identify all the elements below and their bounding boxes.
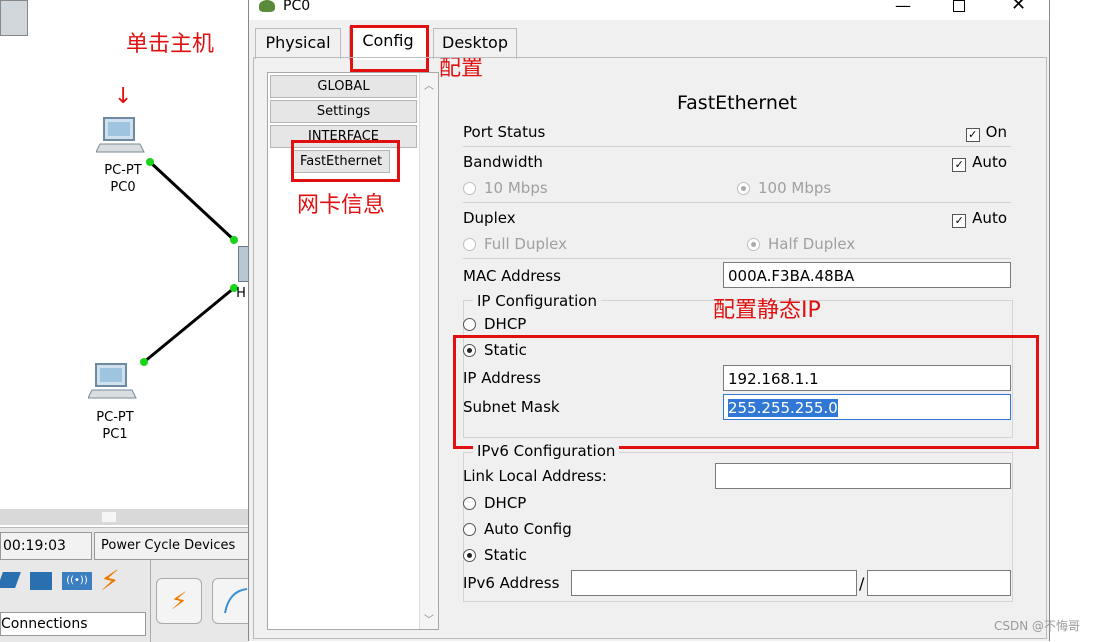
duplex-half-radio[interactable]: Half Duplex <box>747 234 855 254</box>
ipv6-dhcp-radio[interactable]: DHCP <box>463 493 1011 513</box>
checkmark-icon: ✓ <box>952 158 967 172</box>
pc0-device[interactable] <box>95 116 152 160</box>
bandwidth-10-radio[interactable]: 10 Mbps <box>463 179 548 197</box>
ipv6-static-label: Static <box>484 546 527 564</box>
radio-icon <box>737 182 750 195</box>
ipv6-static-radio[interactable]: Static <box>463 545 1011 565</box>
radio-icon <box>463 549 476 562</box>
divider <box>463 202 1011 203</box>
highlight-fastethernet <box>291 140 400 182</box>
topology-links <box>140 158 238 366</box>
annotation-nic-info: 网卡信息 <box>297 193 386 218</box>
nav-scrollbar[interactable]: ︿ ﹀ <box>419 73 438 629</box>
bandwidth-10-label: 10 Mbps <box>484 179 548 197</box>
ip-config-legend: IP Configuration <box>473 292 601 310</box>
connections-label: Connections <box>0 612 146 636</box>
radio-icon <box>463 318 476 331</box>
scroll-down-icon[interactable]: ﹀ <box>424 611 434 626</box>
toolbar-divider <box>150 560 151 642</box>
tab-physical[interactable]: Physical <box>255 28 341 59</box>
duplex-label: Duplex <box>463 209 516 227</box>
duplex-full-label: Full Duplex <box>484 235 568 253</box>
minimize-icon[interactable]: — <box>895 0 911 15</box>
nav-item-global[interactable]: GLOBAL <box>270 75 417 98</box>
duplex-options: Full Duplex Half Duplex <box>463 234 1011 254</box>
hub-label-partial: H <box>236 286 246 301</box>
panel-title: FastEthernet <box>676 92 798 114</box>
divider <box>463 146 1011 147</box>
ipv6-address-field[interactable] <box>571 570 857 596</box>
topology-workspace[interactable]: 单击主机 ↓ PC-PT PC0 H PC-PT PC1 00:19:03 Po… <box>0 0 256 642</box>
ipv6-dhcp-label: DHCP <box>484 494 527 512</box>
divider <box>463 258 1011 259</box>
connection-console-icon[interactable] <box>212 578 250 624</box>
port-status-on-label: On <box>985 123 1007 141</box>
bandwidth-auto-label: Auto <box>972 153 1007 171</box>
watermark: CSDN @不悔哥 <box>994 619 1081 633</box>
checkmark-icon: ✓ <box>965 128 980 142</box>
checkmark-icon: ✓ <box>952 214 967 228</box>
device-window: PC0 — ✕ Physical Config Desktop 配置 GLOBA… <box>248 0 1050 641</box>
link-pc0-hub <box>148 160 236 242</box>
link-pc1-hub <box>143 286 235 364</box>
ipv6-config-legend: IPv6 Configuration <box>473 442 620 460</box>
hscroll-thumb[interactable] <box>102 512 116 522</box>
bandwidth-options: 10 Mbps 100 Mbps <box>463 178 1011 198</box>
port-status-checkbox[interactable]: ✓ On <box>965 122 1007 142</box>
annotation-static-ip: 配置静态IP <box>713 298 821 323</box>
duplex-auto-label: Auto <box>972 209 1007 227</box>
pc0-name-label: PC0 <box>110 180 136 195</box>
pc1-device[interactable] <box>87 362 144 406</box>
nav-item-settings[interactable]: Settings <box>270 100 417 123</box>
close-icon[interactable]: ✕ <box>1011 0 1026 15</box>
link-local-field[interactable] <box>715 463 1011 489</box>
mac-label: MAC Address <box>463 267 561 285</box>
pc1-name-label: PC1 <box>102 427 128 442</box>
port-status-row: Port Status ✓ On <box>463 122 1011 142</box>
maximize-icon[interactable] <box>953 0 965 12</box>
scroll-up-icon[interactable]: ︿ <box>424 77 434 92</box>
window-titlebar: PC0 — ✕ <box>249 0 1049 20</box>
bandwidth-auto-checkbox[interactable]: ✓ Auto <box>952 152 1007 172</box>
connection-auto-icon[interactable]: ⚡ <box>156 578 202 624</box>
switch-icon[interactable] <box>30 572 52 590</box>
duplex-half-label: Half Duplex <box>768 235 856 253</box>
port-status-label: Port Status <box>463 123 546 141</box>
radio-icon <box>747 238 760 251</box>
duplex-full-radio[interactable]: Full Duplex <box>463 235 567 253</box>
link-light-hub-a <box>230 236 238 244</box>
duplex-auto-checkbox[interactable]: ✓ Auto <box>952 208 1007 228</box>
pc0-type-label: PC-PT <box>104 163 142 178</box>
window-title: PC0 <box>283 0 311 14</box>
pc-icon <box>87 363 137 399</box>
lightning-icon[interactable]: ⚡ <box>100 564 120 597</box>
power-cycle-button[interactable]: Power Cycle Devices <box>94 532 256 560</box>
radio-icon <box>463 182 476 195</box>
pc-icon <box>95 117 145 153</box>
highlight-static-ip <box>453 335 1039 449</box>
bandwidth-row: Bandwidth ✓ Auto <box>463 152 1011 172</box>
radio-icon <box>463 238 476 251</box>
ipv6-address-label: IPv6 Address <box>463 574 560 592</box>
mac-address-field[interactable]: 000A.F3BA.48BA <box>723 262 1011 288</box>
ipv6-auto-label: Auto Config <box>484 520 572 538</box>
ipv6-prefix-field[interactable] <box>867 570 1011 596</box>
bandwidth-100-label: 100 Mbps <box>758 179 832 197</box>
bandwidth-100-radio[interactable]: 100 Mbps <box>737 178 831 198</box>
ip-dhcp-label: DHCP <box>484 315 527 333</box>
workspace-hscrollbar[interactable] <box>0 509 248 525</box>
prefix-separator: / <box>859 574 865 593</box>
duplex-row: Duplex ✓ Auto <box>463 208 1011 228</box>
radio-icon <box>463 523 476 536</box>
radio-icon <box>463 497 476 510</box>
pc1-type-label: PC-PT <box>96 410 134 425</box>
cable-icon[interactable] <box>0 572 21 588</box>
link-local-label: Link Local Address: <box>463 467 607 485</box>
wireless-icon[interactable]: ((•)) <box>62 572 92 590</box>
time-display: 00:19:03 <box>0 532 92 560</box>
ipv6-auto-radio[interactable]: Auto Config <box>463 519 1011 539</box>
bandwidth-label: Bandwidth <box>463 153 543 171</box>
app-icon <box>259 0 275 12</box>
bottom-toolbar: 00:19:03 Power Cycle Devices ((•)) ⚡ ⚡ C… <box>0 527 256 642</box>
